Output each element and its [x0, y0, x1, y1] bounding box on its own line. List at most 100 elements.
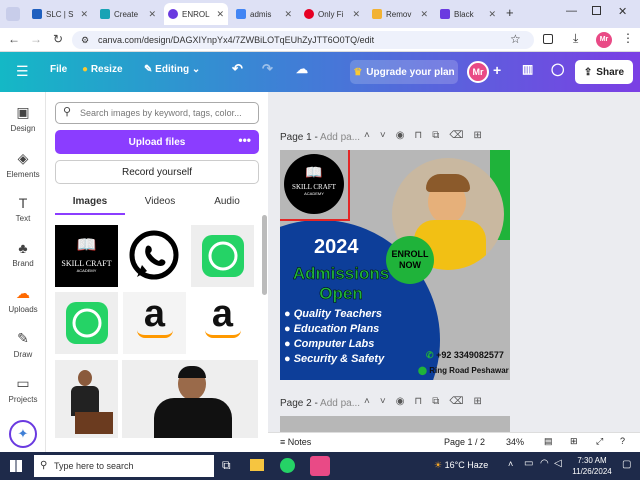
- browser-tab[interactable]: Black ✕: [436, 3, 500, 25]
- duplicate-icon[interactable]: ⧉: [432, 130, 449, 141]
- duplicate-icon[interactable]: ⧉: [432, 396, 449, 407]
- browser-tab[interactable]: Create ✕: [96, 3, 160, 25]
- new-tab-icon[interactable]: +: [506, 5, 514, 20]
- tab-images[interactable]: Images: [55, 196, 125, 207]
- close-icon[interactable]: ✕: [488, 9, 496, 20]
- browser-menu-icon[interactable]: ⋮: [622, 31, 634, 45]
- page-count[interactable]: Page 1 / 2: [444, 437, 485, 447]
- upload-thumb-whatsapp-green[interactable]: [191, 225, 254, 287]
- rail-item-elements[interactable]: ◈ Elements: [0, 150, 46, 179]
- bookmark-star-icon[interactable]: ☆: [510, 32, 521, 46]
- tray-chevron-icon[interactable]: ˄: [508, 459, 513, 469]
- design-headline2[interactable]: Open: [282, 284, 400, 304]
- browser-taskbar-icon[interactable]: [310, 456, 330, 476]
- design-address[interactable]: ⬤ Ring Road Peshawar: [418, 366, 509, 375]
- forward-icon[interactable]: →: [28, 32, 44, 46]
- delete-icon[interactable]: ⌫: [449, 130, 473, 141]
- back-icon[interactable]: ←: [6, 32, 22, 46]
- rail-item-text[interactable]: T Text: [0, 195, 46, 223]
- close-icon[interactable]: ✕: [420, 9, 428, 20]
- bullet-item[interactable]: ● Security & Safety: [284, 352, 384, 367]
- extensions-icon[interactable]: [543, 34, 553, 44]
- browser-tab[interactable]: admis ✕: [232, 3, 296, 25]
- help-icon[interactable]: ?: [620, 436, 625, 446]
- upload-thumb-whatsapp-black[interactable]: [123, 225, 186, 287]
- rail-item-brand[interactable]: ♣ Brand: [0, 240, 46, 268]
- rail-item-uploads[interactable]: ☁ Uploads: [0, 285, 46, 314]
- grid-view-icon[interactable]: ▤: [544, 436, 553, 447]
- file-explorer-icon[interactable]: [250, 459, 264, 471]
- page1-title[interactable]: Page 1 - Add pa...: [280, 132, 360, 143]
- record-yourself-button[interactable]: Record yourself: [55, 160, 259, 184]
- lock-icon[interactable]: ⊓: [414, 396, 432, 407]
- upgrade-plan-button[interactable]: ♛ Upgrade your plan: [350, 60, 458, 84]
- close-icon[interactable]: ✕: [148, 9, 156, 20]
- chevron-down-icon[interactable]: ˅: [380, 396, 396, 407]
- analytics-icon[interactable]: ▥: [522, 62, 533, 76]
- weather-widget[interactable]: ☀ 16°C Haze: [434, 460, 488, 471]
- clock[interactable]: 7:30 AM 11/26/2024: [568, 455, 616, 477]
- browser-tab-active[interactable]: ENROL ✕: [164, 3, 228, 25]
- avatar[interactable]: Mr: [467, 61, 489, 83]
- cloud-save-icon[interactable]: ☁: [296, 62, 308, 76]
- browser-tab[interactable]: Only Fi ✕: [300, 3, 364, 25]
- close-icon[interactable]: ✕: [352, 9, 360, 20]
- close-icon[interactable]: ✕: [80, 9, 88, 20]
- upload-thumb-amazon[interactable]: a: [123, 292, 186, 354]
- profile-avatar[interactable]: Mr: [596, 32, 612, 48]
- file-menu[interactable]: File: [50, 64, 67, 75]
- bullet-item[interactable]: ● Education Plans: [284, 322, 384, 337]
- close-icon[interactable]: ✕: [284, 9, 292, 20]
- design-page[interactable]: 📖 SKILL CRAFT ACADEMY ENROLL NOW 2024 Ad…: [280, 150, 510, 380]
- download-icon[interactable]: ⤓: [573, 31, 578, 46]
- windows-start-icon[interactable]: [10, 460, 22, 472]
- lock-icon[interactable]: ⊓: [414, 130, 432, 141]
- maximize-icon[interactable]: [592, 6, 601, 15]
- undo-icon[interactable]: ↶: [232, 61, 243, 77]
- bullet-item[interactable]: ● Computer Labs: [284, 337, 384, 352]
- hide-page-icon[interactable]: ◉: [396, 396, 415, 407]
- pages-grid-icon[interactable]: ⊞: [570, 436, 578, 447]
- rail-item-draw[interactable]: ✎ Draw: [0, 330, 46, 359]
- chevron-up-icon[interactable]: ˄: [364, 396, 380, 407]
- add-page-icon[interactable]: ⊞: [474, 130, 492, 141]
- minimize-icon[interactable]: —: [566, 5, 577, 17]
- magic-button[interactable]: ✦: [9, 420, 37, 448]
- rail-item-design[interactable]: ▣ Design: [0, 104, 46, 133]
- notes-button[interactable]: ≡ Notes: [280, 437, 311, 447]
- task-view-icon[interactable]: ⧉: [222, 458, 231, 473]
- chevron-down-icon[interactable]: ˅: [380, 130, 396, 141]
- close-icon[interactable]: ✕: [216, 9, 224, 20]
- url-field[interactable]: ⚙ canva.com/design/DAGXIYnpYx4/7ZWBiLOTq…: [72, 31, 534, 49]
- redo-icon[interactable]: ↷: [262, 61, 273, 77]
- add-page-icon[interactable]: ⊞: [474, 396, 492, 407]
- delete-icon[interactable]: ⌫: [449, 396, 473, 407]
- search-input[interactable]: ⚲ Search images by keyword, tags, color.…: [55, 102, 259, 124]
- tab-search-icon[interactable]: [6, 7, 20, 21]
- tab-audio[interactable]: Audio: [195, 196, 259, 207]
- volume-icon[interactable]: ◁: [554, 458, 562, 469]
- more-options-icon[interactable]: •••: [238, 133, 251, 147]
- upload-files-button[interactable]: Upload files •••: [55, 130, 259, 154]
- upload-thumb-amazon[interactable]: a: [191, 292, 254, 354]
- site-info-icon[interactable]: ⚙: [81, 31, 89, 49]
- whatsapp-taskbar-icon[interactable]: [280, 458, 295, 473]
- zoom-level[interactable]: 34%: [506, 437, 524, 447]
- rail-item-projects[interactable]: ▭ Projects: [0, 375, 46, 404]
- design-phone[interactable]: ✆ +92 3349082577: [426, 350, 504, 361]
- browser-tab[interactable]: Remov ✕: [368, 3, 432, 25]
- chevron-up-icon[interactable]: ˄: [364, 130, 380, 141]
- resize-button[interactable]: ● Resize: [82, 64, 123, 75]
- wifi-icon[interactable]: ◠: [540, 458, 549, 469]
- bullet-item[interactable]: ● Quality Teachers: [284, 307, 384, 322]
- upload-thumb-person-desk[interactable]: [55, 360, 118, 438]
- design-year[interactable]: 2024: [314, 236, 359, 259]
- fullscreen-icon[interactable]: ⤢: [596, 436, 603, 447]
- browser-tab[interactable]: SLC | S ✕: [28, 3, 92, 25]
- add-collaborator-icon[interactable]: +: [493, 62, 501, 78]
- notification-icon[interactable]: ▢: [622, 459, 631, 470]
- design-headline1[interactable]: Admissions: [282, 264, 400, 284]
- close-window-icon[interactable]: ✕: [618, 5, 627, 18]
- page2-title[interactable]: Page 2 - Add pa...: [280, 398, 360, 409]
- panel-scrollbar[interactable]: [262, 215, 267, 295]
